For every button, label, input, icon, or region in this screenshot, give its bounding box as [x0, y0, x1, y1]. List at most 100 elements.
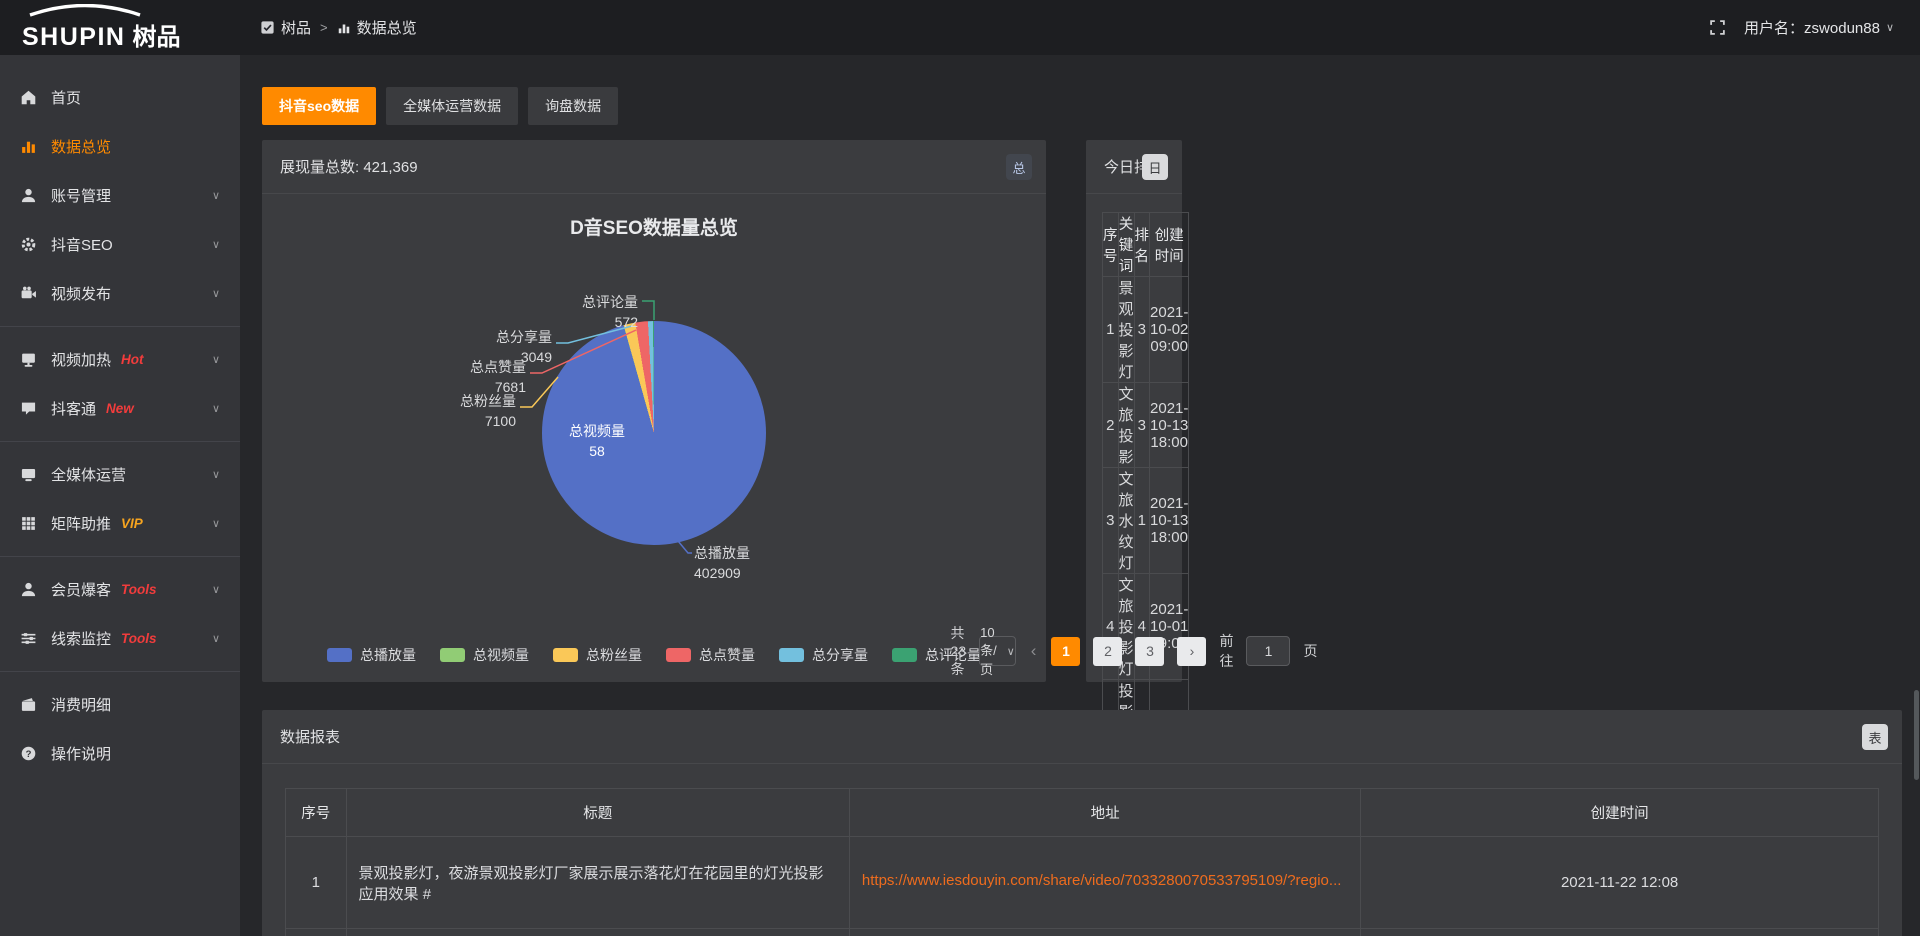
sidebar-item-member[interactable]: 会员爆客 Tools ∨: [0, 565, 240, 614]
legend-item[interactable]: 总视频量: [440, 645, 529, 665]
table-badge[interactable]: 表: [1862, 724, 1888, 750]
sidebar-item-video-heat[interactable]: 视频加热 Hot ∨: [0, 335, 240, 384]
sidebar-item-media-ops[interactable]: 全媒体运营 ∨: [0, 450, 240, 499]
legend-item[interactable]: 总播放量: [327, 645, 416, 665]
sidebar-item-video-publish[interactable]: 视频发布 ∨: [0, 269, 240, 318]
user-icon: [20, 581, 37, 598]
pie-label-plays: 总播放量402909: [694, 544, 804, 584]
column-header: 地址: [849, 789, 1360, 837]
column-header: 序号: [286, 789, 347, 837]
legend-label: 总粉丝量: [586, 645, 642, 665]
chevron-down-icon: ∨: [212, 189, 220, 202]
legend-item[interactable]: 总粉丝量: [553, 645, 642, 665]
breadcrumb: 树品 > 数据总览: [260, 17, 417, 38]
column-header: 序号: [1103, 213, 1119, 277]
user-menu[interactable]: 用户名：zswodun88 ∨: [1744, 17, 1894, 38]
sidebar-item-data-overview[interactable]: 数据总览: [0, 122, 240, 171]
table-row: 2 文旅投影 3 2021-10-13 18:00: [1103, 383, 1189, 468]
main-content: 抖音seo数据 全媒体运营数据 询盘数据 展现量总数: 421,369 总 D音…: [240, 55, 1920, 936]
prev-page-button[interactable]: ‹: [1029, 641, 1039, 661]
sidebar-item-clue-monitor[interactable]: 线索监控 Tools ∨: [0, 614, 240, 663]
table-row: 3 文旅水纹灯 1 2021-10-13 18:00: [1103, 468, 1189, 574]
legend-item[interactable]: 总点赞量: [666, 645, 755, 665]
sidebar-item-label: 数据总览: [51, 136, 111, 157]
sidebar-item-consumption[interactable]: 消费明细: [0, 680, 240, 729]
page-button-2[interactable]: 2: [1093, 637, 1122, 666]
day-badge[interactable]: 日: [1142, 154, 1168, 180]
sidebar-item-douyin-seo[interactable]: 抖音SEO ∨: [0, 220, 240, 269]
sidebar-item-label: 视频加热: [51, 349, 111, 370]
breadcrumb-home[interactable]: 树品: [260, 17, 311, 38]
cell-no: 1: [1103, 277, 1119, 383]
total-badge[interactable]: 总: [1006, 154, 1032, 180]
sidebar-item-label: 视频发布: [51, 283, 111, 304]
sidebar-item-label: 线索监控: [51, 628, 111, 649]
gear-icon: [20, 236, 37, 253]
table-row: 1 景观投影灯 3 2021-10-02 09:00: [1103, 277, 1189, 383]
sidebar-item-label: 矩阵助推: [51, 513, 111, 534]
fullscreen-icon[interactable]: [1709, 19, 1726, 36]
page-scrollbar[interactable]: [1913, 55, 1919, 936]
cell-rank: 1: [1134, 468, 1150, 574]
page-button-3[interactable]: 3: [1135, 637, 1164, 666]
next-page-button[interactable]: ›: [1177, 637, 1206, 666]
tools-tag: Tools: [121, 582, 157, 597]
grid-icon: [20, 515, 37, 532]
cell-created: 2021-11-22 12:08: [1361, 837, 1879, 929]
scrollbar-thumb[interactable]: [1914, 690, 1919, 780]
cell-no: [286, 929, 347, 936]
tab-douyin-seo-data[interactable]: 抖音seo数据: [262, 87, 376, 125]
question-circle-icon: ?: [20, 745, 37, 762]
page-size-select[interactable]: 10条/页 ∨: [979, 636, 1016, 666]
cell-url: [849, 929, 1360, 936]
brand-logo[interactable]: SHUPIN 树品: [0, 4, 242, 52]
legend-label: 总视频量: [473, 645, 529, 665]
chart-legend: 总播放量 总视频量 总粉丝量 总点赞量 总分享量 总评论量: [262, 645, 1046, 665]
breadcrumb-current[interactable]: 数据总览: [337, 17, 417, 38]
sidebar-item-label: 账号管理: [51, 185, 111, 206]
logo-text-en: SHUPIN: [22, 23, 125, 52]
sidebar-item-account[interactable]: 账号管理 ∨: [0, 171, 240, 220]
legend-swatch: [440, 648, 465, 662]
legend-label: 总分享量: [812, 645, 868, 665]
sidebar-item-douketong[interactable]: 抖客通 New ∨: [0, 384, 240, 433]
svg-text:?: ?: [26, 749, 32, 760]
pagination: 共 23 条 10条/页 ∨ ‹ 1 2 3 › 前往 页: [1086, 635, 1182, 667]
legend-item[interactable]: 总评论量: [892, 645, 981, 665]
chevron-down-icon: ∨: [212, 468, 220, 481]
page-button-1[interactable]: 1: [1051, 637, 1080, 666]
panel-header: 展现量总数: 421,369 总: [262, 140, 1046, 194]
tab-inquiry-data[interactable]: 询盘数据: [528, 87, 618, 125]
sidebar-item-home[interactable]: 首页: [0, 73, 240, 122]
home-icon: [20, 89, 37, 106]
sidebar-divider: [0, 326, 240, 327]
cell-rank: 3: [1134, 383, 1150, 468]
cell-keyword: 文旅投影: [1118, 383, 1134, 468]
page-size-value: 10条/页: [980, 625, 997, 678]
sidebar-item-label: 抖音SEO: [51, 234, 113, 255]
vip-tag: VIP: [121, 516, 143, 531]
sidebar-item-label: 全媒体运营: [51, 464, 126, 485]
sidebar-item-label: 首页: [51, 87, 81, 108]
pie-label-fans: 总粉丝量7100: [436, 392, 516, 432]
cell-no: 1: [286, 837, 347, 929]
chevron-down-icon: ∨: [212, 632, 220, 645]
pie-label-videos: 总视频量58: [542, 422, 652, 462]
sidebar-item-help[interactable]: ? 操作说明: [0, 729, 240, 778]
cell-keyword: 景观投影灯: [1118, 277, 1134, 383]
video-url-link[interactable]: https://www.iesdouyin.com/share/video/70…: [862, 872, 1342, 889]
legend-swatch: [666, 648, 691, 662]
sidebar-item-label: 操作说明: [51, 743, 111, 764]
legend-item[interactable]: 总分享量: [779, 645, 868, 665]
pie-label-comments: 总评论量572: [558, 293, 638, 333]
sidebar-item-matrix-boost[interactable]: 矩阵助推 VIP ∨: [0, 499, 240, 548]
tab-media-ops-data[interactable]: 全媒体运营数据: [386, 87, 518, 125]
goto-page-input[interactable]: [1246, 636, 1290, 666]
impressions-total-label: 展现量总数: 421,369: [280, 156, 418, 177]
chat-bubble-icon: [20, 400, 37, 417]
chevron-down-icon: ∨: [212, 238, 220, 251]
column-header: 创建时间: [1150, 213, 1189, 277]
report-title: 数据报表: [280, 726, 340, 747]
goto-label: 前往: [1219, 631, 1233, 671]
wallet-icon: [20, 696, 37, 713]
